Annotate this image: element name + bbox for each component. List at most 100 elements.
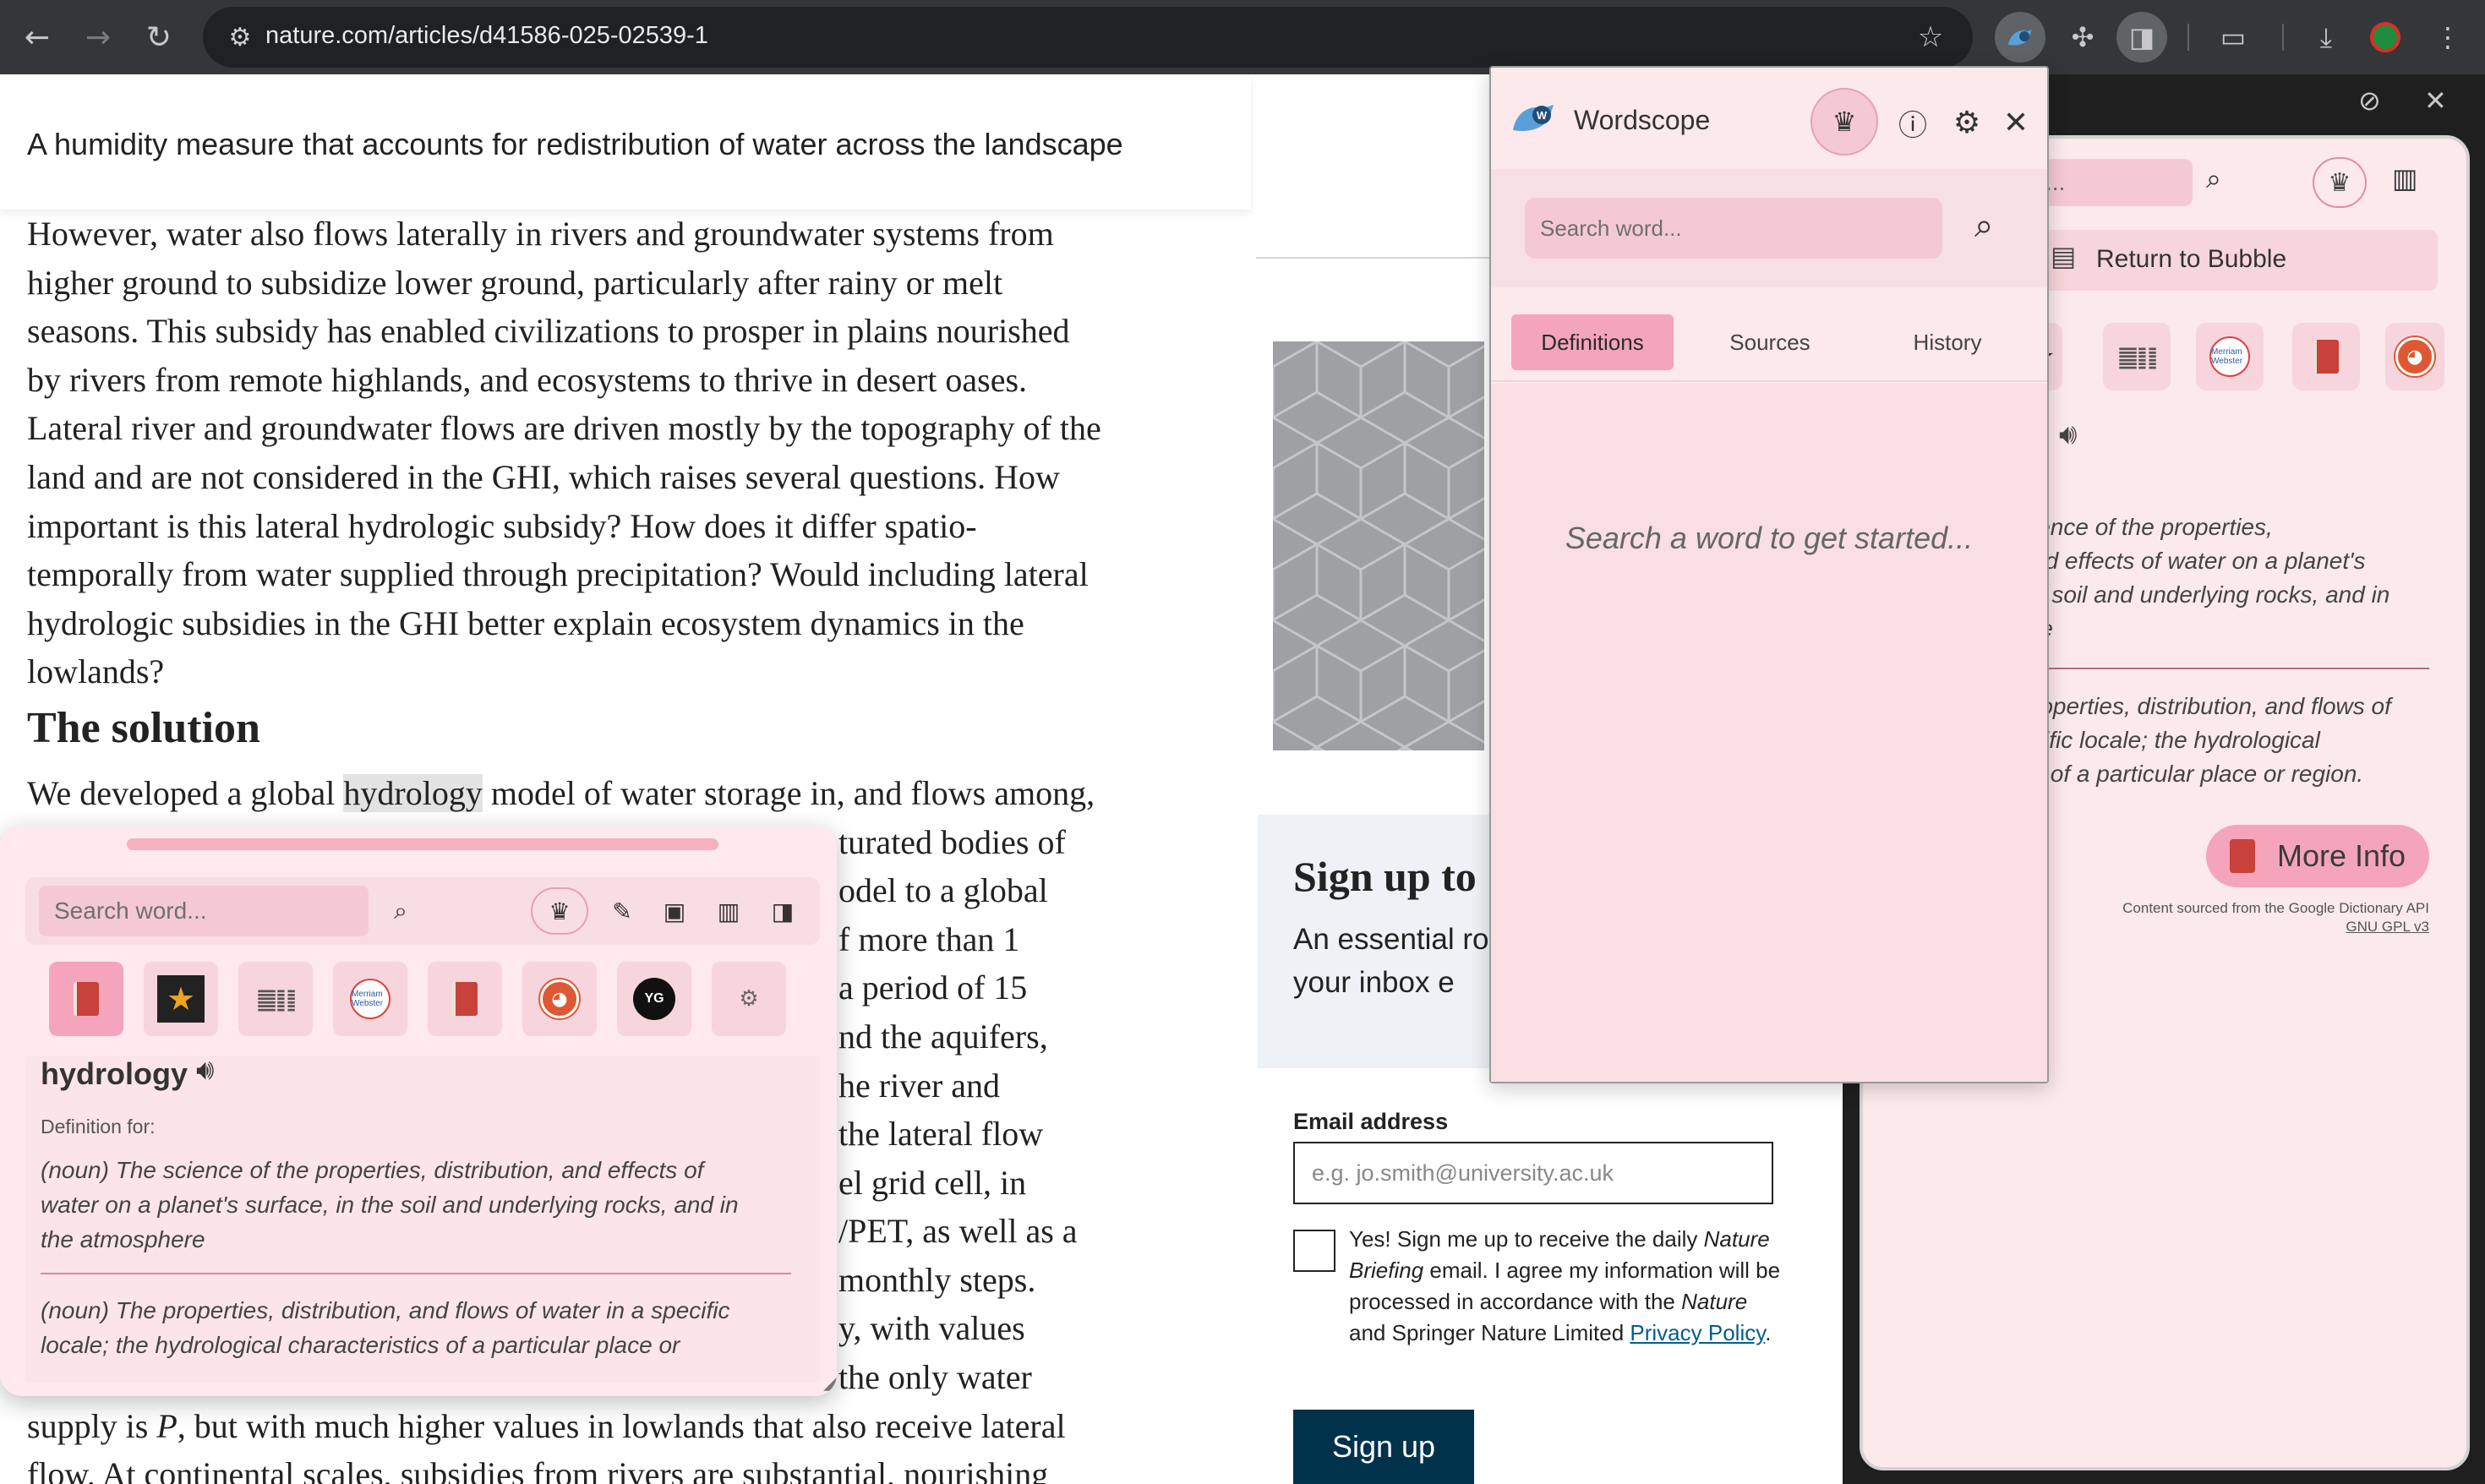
- consent-part: Yes! Sign me up to receive the daily: [1349, 1226, 1704, 1252]
- resize-grip-icon[interactable]: ◢: [823, 1372, 837, 1394]
- source-line: Content sourced from the Google Dictiona…: [2122, 900, 2429, 916]
- youglish-icon[interactable]: YG: [617, 962, 691, 1036]
- google-dictionary-icon[interactable]: [49, 962, 123, 1036]
- text-span: model of water storage in, and flows amo…: [482, 773, 1095, 812]
- puzzle-icon[interactable]: ✣: [2057, 12, 2108, 63]
- text-line: higher ground to subsidize lower ground,…: [27, 263, 1003, 302]
- download-icon[interactable]: ⤓: [2301, 12, 2351, 63]
- chinese-glyphs-icon[interactable]: ䷀䷁: [238, 962, 313, 1036]
- bookmark-star-icon[interactable]: ☆: [1905, 12, 1956, 63]
- email-field[interactable]: [1293, 1142, 1773, 1204]
- side-panel-icon[interactable]: ◨: [2116, 12, 2167, 63]
- menu-kebab-icon[interactable]: ⋮: [2422, 12, 2473, 63]
- wordscope-extension-icon[interactable]: [1995, 12, 2045, 63]
- popup-title: Wordscope: [1574, 105, 1711, 135]
- consent-part: .: [1765, 1320, 1772, 1345]
- crown-icon[interactable]: ♛: [2313, 157, 2367, 208]
- popup-tabs: Definitions Sources History: [1491, 287, 2047, 382]
- profile-avatar-icon[interactable]: [2370, 22, 2400, 52]
- definition-bubble: ⌕ ♛ ✎ ▣ ▥ ◨ ★ ䷀䷁ Merriam Webster ◕ YG ⚙ …: [0, 825, 837, 1396]
- lingua-robot-icon[interactable]: ⚙: [712, 962, 786, 1036]
- close-icon[interactable]: ✕: [2424, 85, 2447, 117]
- pin-icon[interactable]: ✎: [602, 891, 642, 931]
- figure-caption-bar: A humidity measure that accounts for red…: [0, 74, 1251, 210]
- forward-icon[interactable]: →: [73, 12, 123, 63]
- highlighted-word[interactable]: hydrology: [343, 773, 483, 812]
- more-info-button[interactable]: More Info: [2206, 825, 2429, 887]
- text-line: important is this lateral hydrologic sub…: [27, 506, 977, 545]
- duckduckgo-icon[interactable]: ◕: [2385, 323, 2444, 390]
- open-book-icon[interactable]: ▥: [708, 891, 749, 931]
- back-icon[interactable]: ←: [12, 12, 63, 63]
- search-input[interactable]: [39, 886, 369, 936]
- divider: [41, 1273, 791, 1274]
- text-line: water on a planet's surface, in the soil…: [41, 1192, 739, 1218]
- privacy-policy-link[interactable]: Privacy Policy: [1630, 1320, 1765, 1345]
- side-panel-icon[interactable]: ◨: [762, 891, 803, 931]
- popup-header: W Wordscope ♛ ⓘ ⚙ ✕: [1491, 68, 2047, 169]
- crown-icon[interactable]: ♛: [1810, 88, 1878, 155]
- email-label: Email address: [1293, 1109, 1449, 1134]
- red-book-icon[interactable]: [428, 962, 502, 1036]
- toolbar-separator: [2187, 24, 2189, 51]
- open-book-icon[interactable]: ▥: [2392, 162, 2417, 194]
- tab-sources[interactable]: Sources: [1689, 314, 1851, 370]
- text-line: re: [2032, 612, 2438, 646]
- close-icon[interactable]: ✕: [1995, 101, 2037, 144]
- yg-label: YG: [633, 978, 675, 1020]
- red-book-icon[interactable]: [2292, 323, 2360, 390]
- text-line: However, water also flows laterally in r…: [27, 215, 1054, 253]
- url-text[interactable]: nature.com/articles/d41586-025-02539-1: [265, 22, 708, 50]
- mw-logo: Merriam Webster: [350, 979, 390, 1019]
- search-input[interactable]: [1525, 198, 1942, 259]
- speaker-icon[interactable]: 🔊︎: [2059, 417, 2077, 451]
- paragraph: However, water also flows laterally in r…: [27, 210, 1126, 696]
- merriam-webster-icon[interactable]: Merriam Webster: [333, 962, 407, 1036]
- pin-off-icon[interactable]: ⊘: [2358, 85, 2381, 117]
- text-line: roperties, distribution, and flows of: [2032, 693, 2391, 719]
- text-line: e soil and underlying rocks, and in: [2032, 581, 2390, 608]
- lock-icon[interactable]: ▣: [654, 891, 695, 931]
- text-line: land and are not considered in the GHI, …: [27, 457, 1060, 496]
- info-icon[interactable]: ⓘ: [1892, 101, 1934, 144]
- consent-part: Nature: [1681, 1289, 1748, 1314]
- text-line: ience of the properties,: [2032, 514, 2273, 540]
- search-icon[interactable]: ⌕: [2206, 162, 2221, 195]
- reload-icon[interactable]: ↻: [134, 12, 184, 63]
- search-icon[interactable]: ⌕: [380, 891, 421, 931]
- text-line: Lateral river and groundwater flows are …: [27, 409, 1101, 448]
- crown-icon[interactable]: ♛: [531, 887, 588, 935]
- wordscope-logo-icon: W: [1511, 100, 1559, 134]
- text-line: by rivers from remote highlands, and eco…: [27, 360, 1028, 399]
- gear-icon[interactable]: ⚙: [1946, 101, 1988, 144]
- text-line: (noun) The properties, distribution, and…: [41, 1297, 730, 1323]
- consent-checkbox[interactable]: [1293, 1230, 1335, 1272]
- speaker-icon[interactable]: 🔊︎: [196, 1053, 214, 1087]
- text-line: locale; the hydrological characteristics…: [41, 1332, 680, 1358]
- svg-text:W: W: [1537, 109, 1548, 122]
- text-line: supply is P, but with much higher values…: [27, 1406, 1066, 1445]
- duckduckgo-icon[interactable]: ◕: [522, 962, 597, 1036]
- text-span: We developed a global: [27, 773, 344, 812]
- chinese-glyphs-icon[interactable]: ䷀䷁: [2103, 323, 2171, 390]
- merriam-webster-icon[interactable]: Merriam Webster: [2196, 323, 2264, 390]
- popup-body: [1491, 384, 2047, 1082]
- mw-logo: Merriam Webster: [2209, 336, 2250, 377]
- consent-text: Yes! Sign me up to receive the daily Nat…: [1349, 1224, 1789, 1349]
- cast-icon[interactable]: ▭: [2208, 12, 2258, 63]
- red-book-icon: [2230, 839, 2255, 873]
- paragraph-tail: supply is P, but with much higher values…: [27, 1402, 1126, 1484]
- text-line: cific locale; the hydrological: [2032, 727, 2320, 753]
- tab-definitions[interactable]: Definitions: [1511, 314, 1674, 370]
- tab-history[interactable]: History: [1866, 314, 2029, 370]
- license-link[interactable]: GNU GPL v3: [2088, 918, 2429, 936]
- signup-title: Sign up to: [1293, 853, 1477, 900]
- search-icon[interactable]: ⌕: [1974, 206, 1993, 245]
- site-info-icon[interactable]: ⚙: [215, 12, 265, 63]
- side-panel-header: ⊘ ✕: [2358, 85, 2468, 122]
- address-bar[interactable]: ⚙ nature.com/articles/d41586-025-02539-1…: [203, 7, 1973, 68]
- sign-up-button[interactable]: Sign up: [1293, 1410, 1474, 1484]
- wordnik-star-icon[interactable]: ★: [144, 962, 218, 1036]
- paragraph-line: We developed a global hydrology model of…: [27, 769, 1126, 818]
- drag-handle[interactable]: [127, 838, 718, 850]
